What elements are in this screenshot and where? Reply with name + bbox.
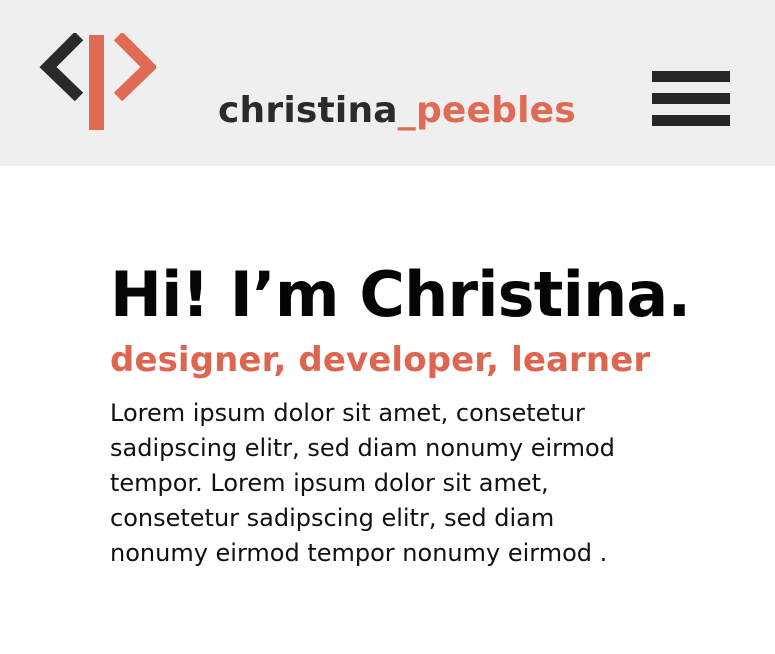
site-brand-name[interactable]: christina_peebles	[218, 88, 576, 134]
code-brackets-logo-icon[interactable]	[38, 33, 156, 131]
hamburger-menu-icon	[652, 71, 730, 82]
menu-button[interactable]	[652, 70, 732, 128]
brand-first-name: christina	[218, 90, 398, 131]
site-header: christina_peebles	[0, 0, 775, 166]
hamburger-line-middle	[652, 93, 730, 104]
brand-last-name: _peebles	[397, 90, 576, 131]
hero-body-text: Lorem ipsum dolor sit amet, consetetur s…	[110, 399, 615, 567]
hero-section: Hi! I’m Christina. designer, developer, …	[110, 257, 720, 571]
hero-title: Hi! I’m Christina.	[110, 258, 691, 331]
hero-subtitle: designer, developer, learner	[110, 340, 651, 380]
hamburger-line-bottom	[652, 115, 730, 126]
